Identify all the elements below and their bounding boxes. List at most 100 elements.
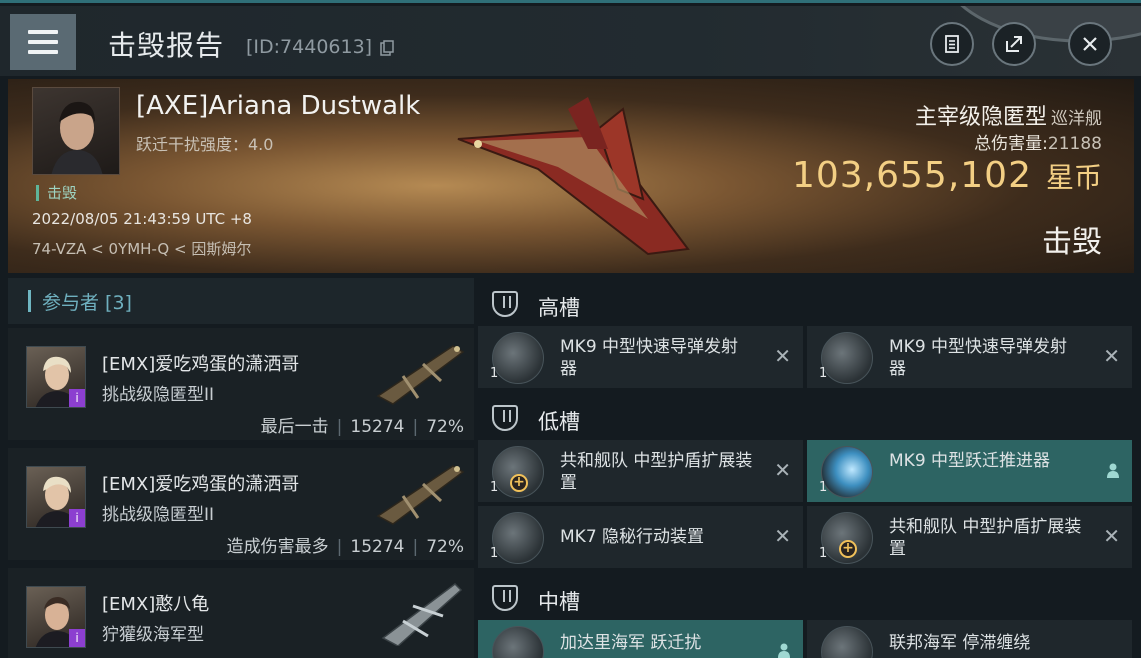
participant-ship: 挑战级隐匿型II bbox=[102, 385, 215, 405]
close-icon bbox=[1083, 37, 1097, 51]
low-slot-title: 低槽 bbox=[538, 410, 580, 434]
module-quantity: 1 bbox=[490, 480, 499, 495]
ship-class-name: 主宰级隐匿型 bbox=[914, 105, 1047, 130]
clipboard-icon bbox=[945, 35, 959, 53]
isk-unit: 星币 bbox=[1045, 161, 1102, 194]
share-button[interactable] bbox=[992, 22, 1036, 66]
participant-percent: 72% bbox=[426, 417, 464, 437]
victim-banner: [AXE]Ariana Dustwalk 跃迁干扰强度：4.0 击毁 2022/… bbox=[8, 79, 1134, 273]
fitting-panel: 高槽 1 MK9 中型快速导弹发射器 ✕ 1 MK9 中型快速导弹发射器 ✕ 低… bbox=[478, 278, 1134, 658]
kill-datetime: 2022/08/05 21:43:59 UTC +8 bbox=[32, 210, 252, 228]
low-slot-header: 低槽 bbox=[478, 396, 1134, 440]
module-quantity: 1 bbox=[490, 546, 499, 561]
participant-avatar[interactable]: i bbox=[26, 466, 86, 528]
participant-ship-image bbox=[376, 465, 465, 525]
header: 击毁报告 [ID:7440613] bbox=[0, 6, 1141, 76]
page-title: 击毁报告 bbox=[108, 29, 225, 62]
module-item[interactable]: + 1 共和舰队 中型护盾扩展装置 ✕ bbox=[807, 506, 1132, 568]
victim-avatar[interactable] bbox=[32, 87, 120, 175]
info-badge[interactable]: i bbox=[69, 389, 85, 407]
menu-button[interactable] bbox=[10, 14, 76, 70]
hamburger-icon-line bbox=[28, 50, 58, 54]
clipboard-button[interactable] bbox=[930, 22, 974, 66]
stats-separator: | bbox=[336, 537, 343, 557]
participants-panel: 参与者 [3] i [EMX]爱吃鸡蛋的潇洒哥 挑战级隐匿型II 最后一击 | 15… bbox=[8, 278, 474, 658]
participant-row[interactable]: i [EMX]憨八龟 狞獾级海军型 bbox=[8, 568, 474, 658]
module-item[interactable]: 联邦海军 停滞缠绕 bbox=[807, 620, 1132, 658]
afterburner-icon bbox=[821, 446, 873, 498]
participant-avatar[interactable]: i bbox=[26, 586, 86, 648]
participant-name: [EMX]憨八龟 bbox=[102, 594, 210, 615]
participant-avatar[interactable]: i bbox=[26, 346, 86, 408]
kill-result: 击毁 bbox=[1042, 225, 1102, 260]
participant-ship: 狞獾级海军型 bbox=[102, 625, 204, 645]
missile-launcher-icon bbox=[492, 332, 544, 384]
slot-icon bbox=[492, 405, 518, 431]
kill-tag: 击毁 bbox=[36, 185, 77, 201]
header-accent-bar bbox=[28, 290, 31, 312]
user-icon bbox=[778, 643, 790, 658]
high-slot-title: 高槽 bbox=[538, 296, 580, 320]
slot-icon bbox=[492, 291, 518, 317]
isk-value: 103,655,102 星币 bbox=[792, 155, 1102, 196]
copy-icon[interactable] bbox=[380, 40, 394, 56]
victim-ship-image[interactable] bbox=[448, 89, 698, 264]
module-quantity: 1 bbox=[819, 480, 828, 495]
plus-icon: + bbox=[510, 474, 528, 492]
user-icon bbox=[1107, 463, 1119, 478]
module-item[interactable]: 1 MK7 隐秘行动装置 ✕ bbox=[478, 506, 803, 568]
participant-row[interactable]: i [EMX]爱吃鸡蛋的潇洒哥 挑战级隐匿型II 造成伤害最多 | 15274 | 72… bbox=[8, 448, 474, 560]
hamburger-icon-line bbox=[28, 40, 58, 44]
total-damage: 总伤害量:21188 bbox=[974, 129, 1102, 154]
high-slot-header: 高槽 bbox=[478, 282, 1134, 326]
module-name: MK7 隐秘行动装置 bbox=[560, 527, 705, 547]
participant-stats: 造成伤害最多 | 15274 | 72% bbox=[227, 532, 464, 557]
hamburger-icon bbox=[28, 30, 58, 34]
participant-ship: 挑战级隐匿型II bbox=[102, 505, 215, 525]
info-badge[interactable]: i bbox=[69, 509, 85, 527]
module-name: MK9 中型跃迁推进器 bbox=[889, 451, 1051, 471]
module-item[interactable]: + 1 共和舰队 中型护盾扩展装置 ✕ bbox=[478, 440, 803, 502]
module-name: 联邦海军 停滞缠绕 bbox=[889, 633, 1031, 653]
mid-slot-title: 中槽 bbox=[538, 590, 580, 614]
module-quantity: 1 bbox=[819, 546, 828, 561]
covert-ops-icon bbox=[492, 512, 544, 564]
mid-slot-header: 中槽 bbox=[478, 576, 1134, 620]
kill-location[interactable]: 74-VZA < 0YMH-Q < 因斯姆尔 bbox=[32, 238, 251, 259]
missile-launcher-icon bbox=[821, 332, 873, 384]
close-button[interactable] bbox=[1068, 22, 1112, 66]
participant-tag: 造成伤害最多 bbox=[226, 537, 329, 557]
module-item[interactable]: 1 MK9 中型跃迁推进器 bbox=[807, 440, 1132, 502]
participant-percent: 72% bbox=[426, 537, 464, 557]
info-badge[interactable]: i bbox=[69, 629, 85, 647]
ship-class[interactable]: 主宰级隐匿型 巡洋舰 bbox=[915, 99, 1102, 131]
warp-scrambler-icon bbox=[492, 626, 544, 658]
participant-damage: 15274 bbox=[350, 537, 405, 557]
participant-ship-image bbox=[381, 583, 463, 646]
slot-icon bbox=[492, 585, 518, 611]
module-name: MK9 中型快速导弹发射器 bbox=[560, 337, 739, 379]
killmail-id: [ID:7440613] bbox=[246, 36, 373, 58]
participants-header: 参与者 [3] bbox=[8, 278, 474, 324]
stats-separator: | bbox=[336, 417, 343, 437]
module-name: MK9 中型快速导弹发射器 bbox=[889, 337, 1068, 379]
stats-separator: | bbox=[412, 417, 419, 437]
stasis-webifier-icon bbox=[821, 626, 873, 658]
participant-tag: 最后一击 bbox=[260, 417, 329, 437]
plus-icon: + bbox=[839, 540, 857, 558]
module-quantity: 1 bbox=[490, 366, 499, 381]
x-icon: ✕ bbox=[774, 524, 791, 548]
participant-damage: 15274 bbox=[350, 417, 405, 437]
killmail-window: 击毁报告 [ID:7440613] [AXE]Ariana Dustwalk 跃… bbox=[0, 0, 1141, 658]
participant-name: [EMX]爱吃鸡蛋的潇洒哥 bbox=[102, 354, 300, 375]
module-item[interactable]: 加达里海军 跃迁扰 bbox=[478, 620, 803, 658]
participant-row[interactable]: i [EMX]爱吃鸡蛋的潇洒哥 挑战级隐匿型II 最后一击 | 15274 | 72% bbox=[8, 328, 474, 440]
total-damage-label: 总伤害量: bbox=[974, 134, 1048, 154]
victim-name[interactable]: [AXE]Ariana Dustwalk bbox=[136, 91, 420, 121]
module-item[interactable]: 1 MK9 中型快速导弹发射器 ✕ bbox=[478, 326, 803, 388]
module-item[interactable]: 1 MK9 中型快速导弹发射器 ✕ bbox=[807, 326, 1132, 388]
stats-separator: | bbox=[412, 537, 419, 557]
x-icon: ✕ bbox=[1103, 344, 1120, 368]
participant-ship-image bbox=[376, 345, 465, 405]
module-quantity: 1 bbox=[819, 366, 828, 381]
